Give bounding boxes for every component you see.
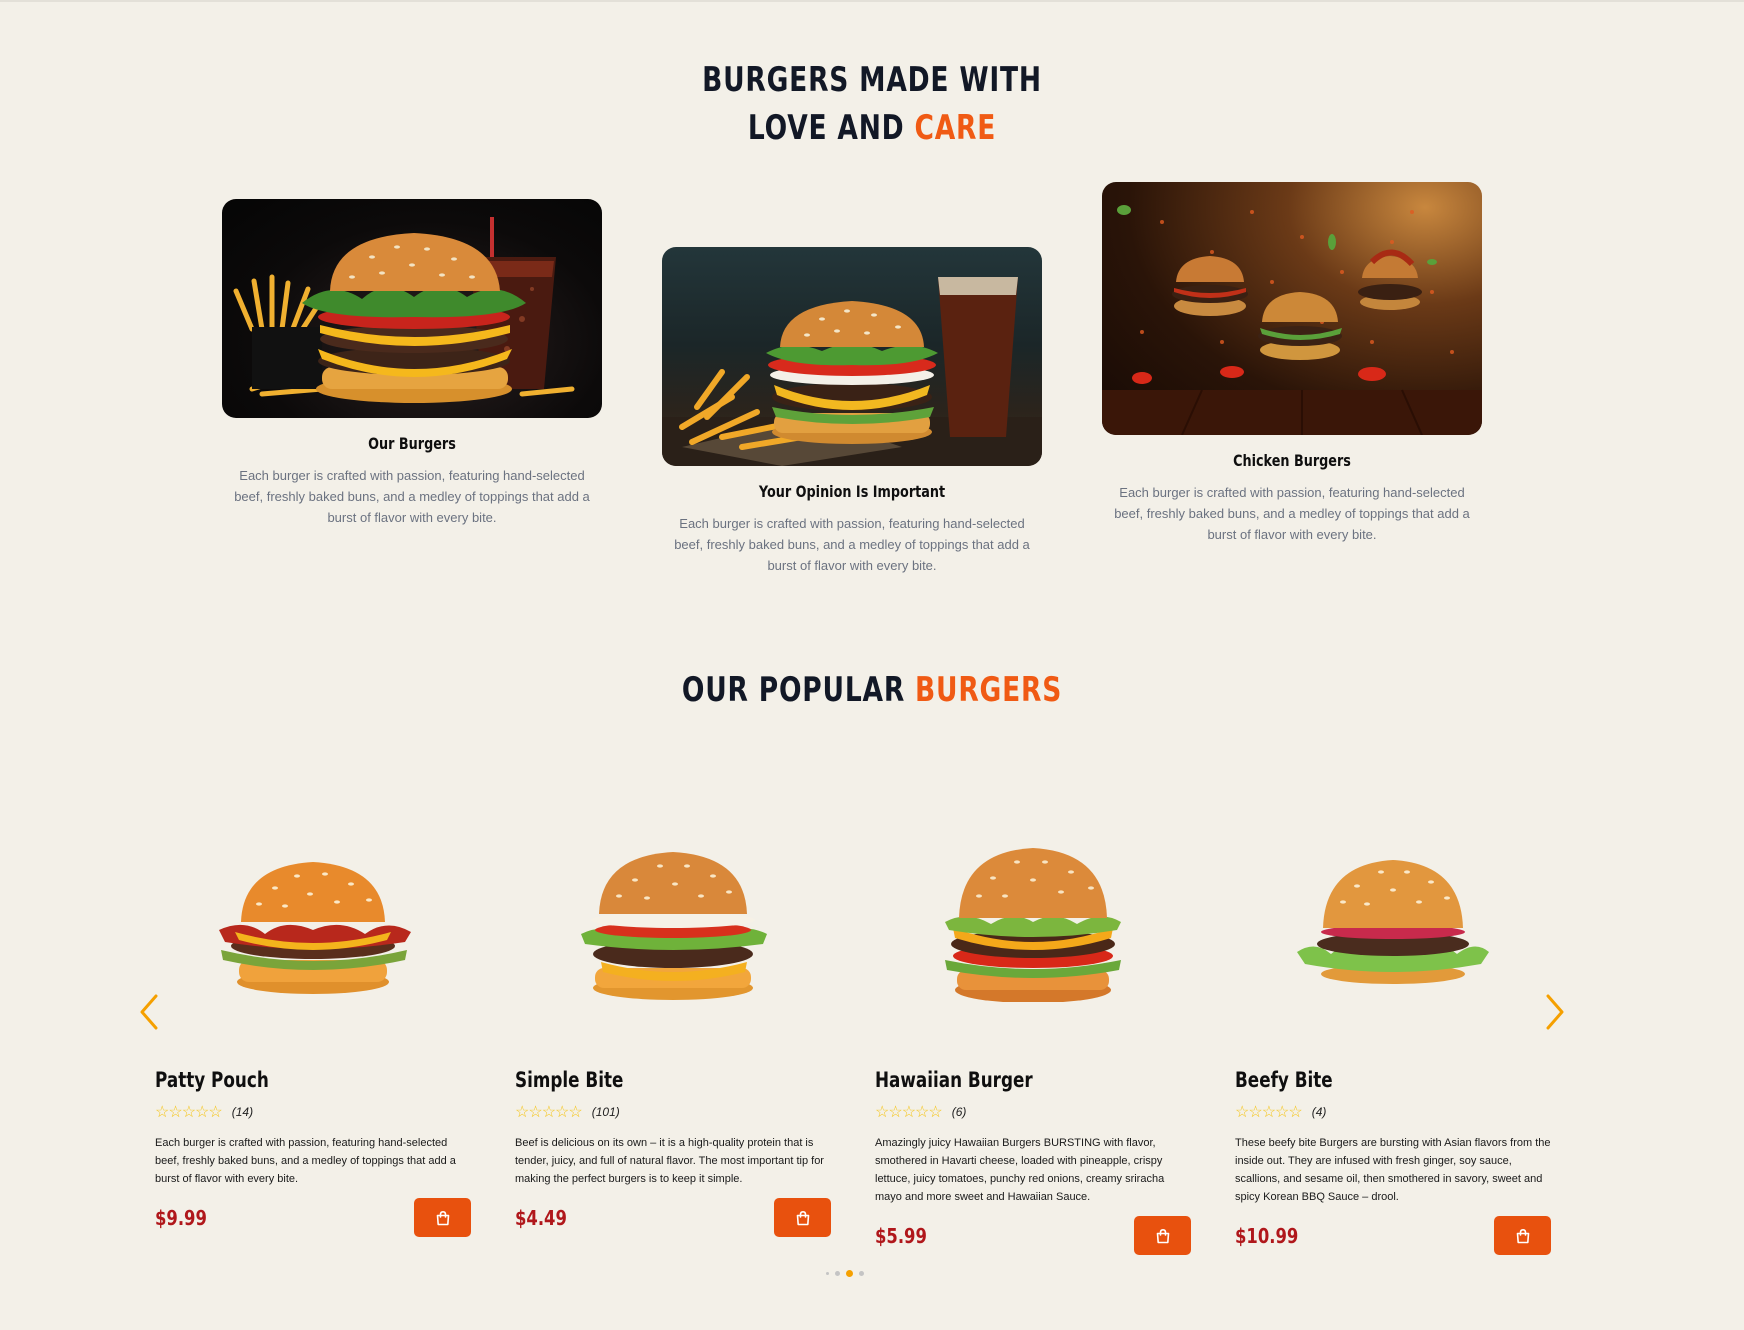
price-row: $4.49: [515, 1198, 831, 1237]
product-image[interactable]: [155, 822, 471, 1002]
feature-title: Your Opinion Is Important: [758, 482, 946, 501]
price-row: $9.99: [155, 1198, 471, 1237]
shopping-bag-icon: [1156, 1228, 1169, 1243]
review-count[interactable]: (6): [952, 1105, 967, 1119]
star-rating-icon: ☆☆☆☆☆: [875, 1104, 943, 1121]
product-rating: ☆☆☆☆☆ (14): [155, 1102, 471, 1122]
product-description: Each burger is crafted with passion, fea…: [155, 1137, 456, 1185]
product-rating: ☆☆☆☆☆ (101): [515, 1102, 831, 1122]
pagination-dot-active[interactable]: [846, 1270, 853, 1277]
heading-line-1: BURGERS MADE WITH: [702, 60, 1042, 100]
feature-description: Each burger is crafted with passion, fea…: [674, 516, 1030, 573]
product-card-patty-pouch: Patty Pouch ☆☆☆☆☆ (14) Each burger is cr…: [155, 822, 471, 1237]
product-price: $10.99: [1235, 1223, 1299, 1248]
feature-card-our-burgers: Our Burgers Each burger is crafted with …: [222, 199, 602, 528]
feature-image-burger-fries-drink: [222, 199, 602, 418]
product-name[interactable]: Beefy Bite: [1235, 1068, 1488, 1092]
shopping-bag-icon: [436, 1210, 449, 1225]
review-count[interactable]: (4): [1312, 1105, 1327, 1119]
product-image[interactable]: [875, 822, 1191, 1003]
feature-card-your-opinion: Your Opinion Is Important Each burger is…: [662, 247, 1042, 576]
price-row: $5.99: [875, 1216, 1191, 1255]
product-image[interactable]: [1235, 822, 1551, 1002]
add-to-cart-button[interactable]: [414, 1198, 471, 1237]
page: BURGERS MADE WITH LOVE AND CARE Our Burg…: [0, 0, 1744, 1330]
star-rating-icon: ☆☆☆☆☆: [1235, 1104, 1303, 1121]
feature-image-burger-on-table: [662, 247, 1042, 466]
heading-plain: LOVE AND: [747, 108, 915, 148]
review-count[interactable]: (101): [592, 1105, 620, 1119]
add-to-cart-button[interactable]: [1494, 1216, 1551, 1255]
feature-title: Chicken Burgers: [1233, 451, 1351, 470]
feature-description: Each burger is crafted with passion, fea…: [1114, 485, 1470, 542]
product-name[interactable]: Patty Pouch: [155, 1068, 408, 1092]
heading-accent: CARE: [914, 108, 997, 148]
review-count[interactable]: (14): [232, 1105, 253, 1119]
popular-heading: OUR POPULAR BURGERS: [192, 666, 1552, 714]
product-card-simple-bite: Simple Bite ☆☆☆☆☆ (101) Beef is deliciou…: [515, 822, 831, 1237]
shopping-bag-icon: [1516, 1228, 1529, 1243]
love-care-heading: BURGERS MADE WITH LOVE AND CARE: [192, 56, 1552, 152]
product-price: $5.99: [875, 1223, 927, 1248]
product-rating: ☆☆☆☆☆ (6): [875, 1102, 1191, 1122]
pagination-dot[interactable]: [859, 1271, 864, 1276]
product-price: $4.49: [515, 1205, 567, 1230]
star-rating-icon: ☆☆☆☆☆: [515, 1104, 583, 1121]
product-image[interactable]: [515, 822, 831, 1002]
product-description: Amazingly juicy Hawaiian Burgers BURSTIN…: [875, 1137, 1165, 1203]
product-description: These beefy bite Burgers are bursting wi…: [1235, 1137, 1551, 1203]
feature-title: Our Burgers: [368, 434, 456, 453]
product-rating: ☆☆☆☆☆ (4): [1235, 1102, 1551, 1122]
star-rating-icon: ☆☆☆☆☆: [155, 1104, 223, 1121]
pagination-dot[interactable]: [835, 1271, 840, 1276]
price-row: $10.99: [1235, 1216, 1551, 1255]
heading-accent: BURGERS: [915, 670, 1063, 710]
heading-plain: OUR POPULAR: [681, 670, 916, 710]
product-description: Beef is delicious on its own – it is a h…: [515, 1137, 824, 1185]
shopping-bag-icon: [796, 1210, 809, 1225]
add-to-cart-button[interactable]: [1134, 1216, 1191, 1255]
product-price: $9.99: [155, 1205, 207, 1230]
product-card-beefy-bite: Beefy Bite ☆☆☆☆☆ (4) These beefy bite Bu…: [1235, 822, 1551, 1255]
feature-description: Each burger is crafted with passion, fea…: [234, 468, 590, 525]
product-card-hawaiian-burger: Hawaiian Burger ☆☆☆☆☆ (6) Amazingly juic…: [875, 822, 1191, 1255]
product-name[interactable]: Simple Bite: [515, 1068, 768, 1092]
feature-card-chicken-burgers: Chicken Burgers Each burger is crafted w…: [1102, 182, 1482, 545]
product-name[interactable]: Hawaiian Burger: [875, 1068, 1128, 1092]
feature-image-flying-burgers: [1102, 182, 1482, 435]
heading-line-2: LOVE AND CARE: [192, 104, 1552, 152]
carousel-pagination: [826, 1270, 864, 1277]
add-to-cart-button[interactable]: [774, 1198, 831, 1237]
pagination-dot[interactable]: [826, 1272, 829, 1275]
